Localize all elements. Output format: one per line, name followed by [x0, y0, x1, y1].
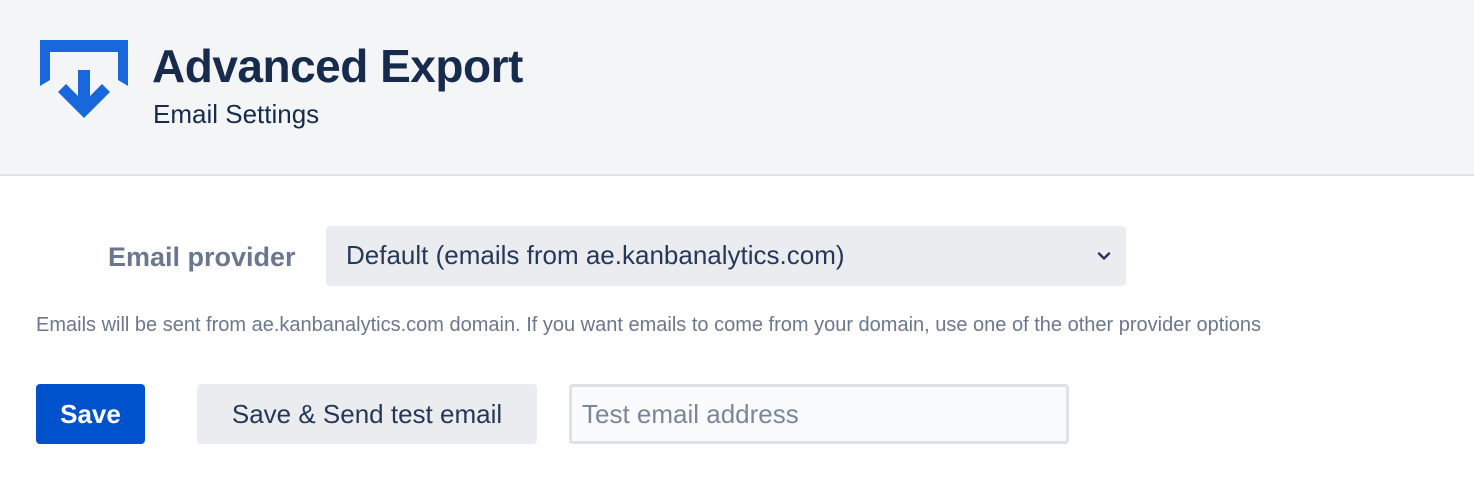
provider-help-text: Emails will be sent from ae.kanbanalytic… — [36, 314, 1262, 336]
page-subtitle: Email Settings — [153, 99, 320, 129]
export-download-icon — [40, 40, 128, 118]
app-title: Advanced Export — [152, 40, 523, 92]
test-email-input[interactable] — [569, 384, 1069, 444]
email-provider-label: Email provider — [108, 242, 296, 272]
save-and-send-test-email-button[interactable]: Save & Send test email — [197, 384, 537, 444]
email-provider-selected-value: Default (emails from ae.kanbanalytics.co… — [346, 240, 845, 270]
chevron-down-icon — [1097, 252, 1111, 260]
email-provider-select[interactable]: Default (emails from ae.kanbanalytics.co… — [326, 226, 1126, 286]
page-header: Advanced Export Email Settings — [0, 0, 1474, 176]
save-button[interactable]: Save — [36, 384, 145, 444]
